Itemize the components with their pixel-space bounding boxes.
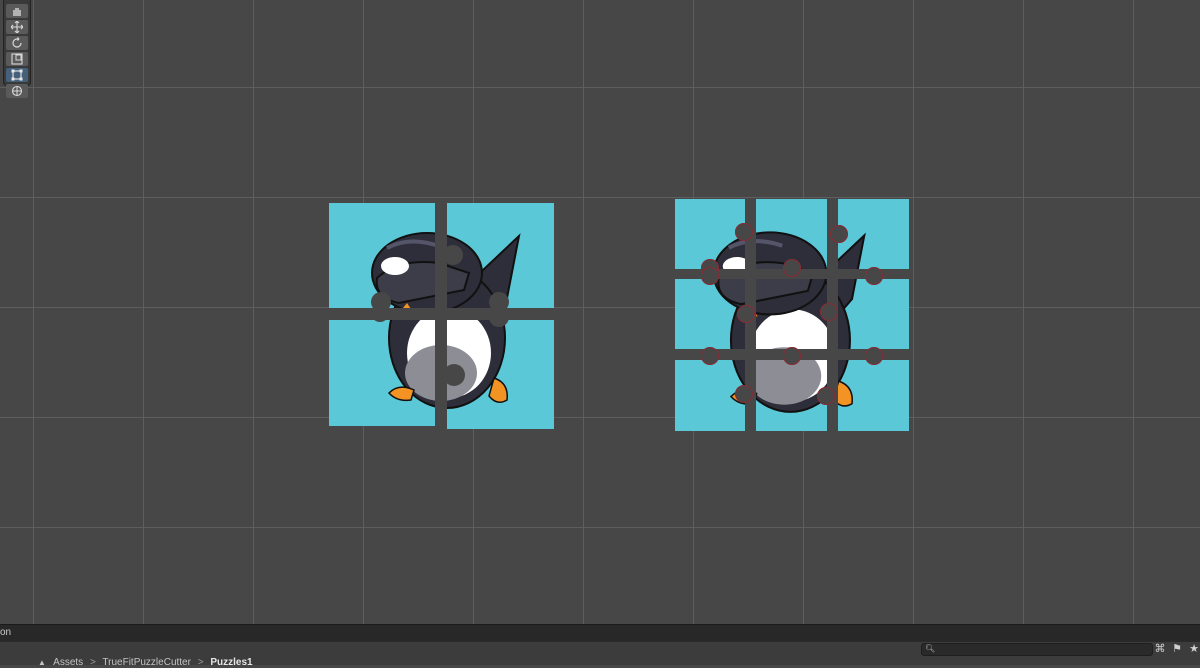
puzzle-2x2[interactable] xyxy=(329,203,554,429)
puzzle-knob xyxy=(783,259,801,277)
hand-icon xyxy=(13,8,21,16)
penguin-image xyxy=(712,231,866,413)
scene-view[interactable] xyxy=(0,0,1200,624)
transform-toolbox xyxy=(3,0,31,98)
scale-icon xyxy=(11,53,23,65)
move-icon xyxy=(11,21,23,33)
up-arrow-icon[interactable]: ▲ xyxy=(38,658,46,667)
transform-tool-button[interactable] xyxy=(6,84,28,98)
search-by-type-icon[interactable]: ⌘ xyxy=(1153,642,1167,656)
puzzle-knob xyxy=(489,307,509,327)
puzzle-knob xyxy=(820,303,838,321)
puzzle-knob xyxy=(701,267,719,285)
puzzle-knob xyxy=(865,267,883,285)
breadcrumb: ▲ Assets > TrueFitPuzzleCutter > Puzzles… xyxy=(38,657,253,668)
puzzle-knob xyxy=(735,223,753,241)
search-icon: 🔍︎ xyxy=(925,644,936,653)
puzzle-knob xyxy=(443,245,463,265)
puzzle-knob xyxy=(701,347,719,365)
rotate-tool-button[interactable] xyxy=(6,36,28,50)
transform-icon xyxy=(11,85,23,97)
scale-tool-button[interactable] xyxy=(6,52,28,66)
breadcrumb-item-assets[interactable]: Assets xyxy=(53,657,83,668)
breadcrumb-separator: > xyxy=(89,657,96,668)
puzzle-knob xyxy=(371,304,389,322)
favorite-icon[interactable]: ★ xyxy=(1187,642,1200,656)
project-bottom-bar: 🔍︎ ⌘ ⚑ ★ ▲ Assets > TrueFitPuzzleCutter … xyxy=(0,641,1200,668)
puzzle-knob xyxy=(865,347,883,365)
puzzle-knob xyxy=(443,364,465,386)
hand-tool-button[interactable] xyxy=(6,4,28,18)
breadcrumb-item-truefitpuzzlecutter[interactable]: TrueFitPuzzleCutter xyxy=(102,657,191,668)
search-by-label-icon[interactable]: ⚑ xyxy=(1170,642,1184,656)
puzzle-knob xyxy=(737,305,755,323)
puzzle-knob xyxy=(783,347,801,365)
status-bar: on xyxy=(0,624,1200,641)
status-text: on xyxy=(0,627,12,638)
rect-transform-icon xyxy=(11,69,23,81)
search-input[interactable]: 🔍︎ xyxy=(921,643,1153,656)
rect-tool-button[interactable] xyxy=(6,68,28,82)
move-tool-button[interactable] xyxy=(6,20,28,34)
breadcrumb-item-puzzles1[interactable]: Puzzles1 xyxy=(210,657,252,668)
rotate-icon xyxy=(12,37,22,48)
puzzle-3x3[interactable] xyxy=(675,199,909,431)
puzzle-knob xyxy=(817,387,835,405)
breadcrumb-separator: > xyxy=(197,657,204,668)
puzzle-knob xyxy=(735,385,753,403)
puzzle-knob xyxy=(830,225,848,243)
